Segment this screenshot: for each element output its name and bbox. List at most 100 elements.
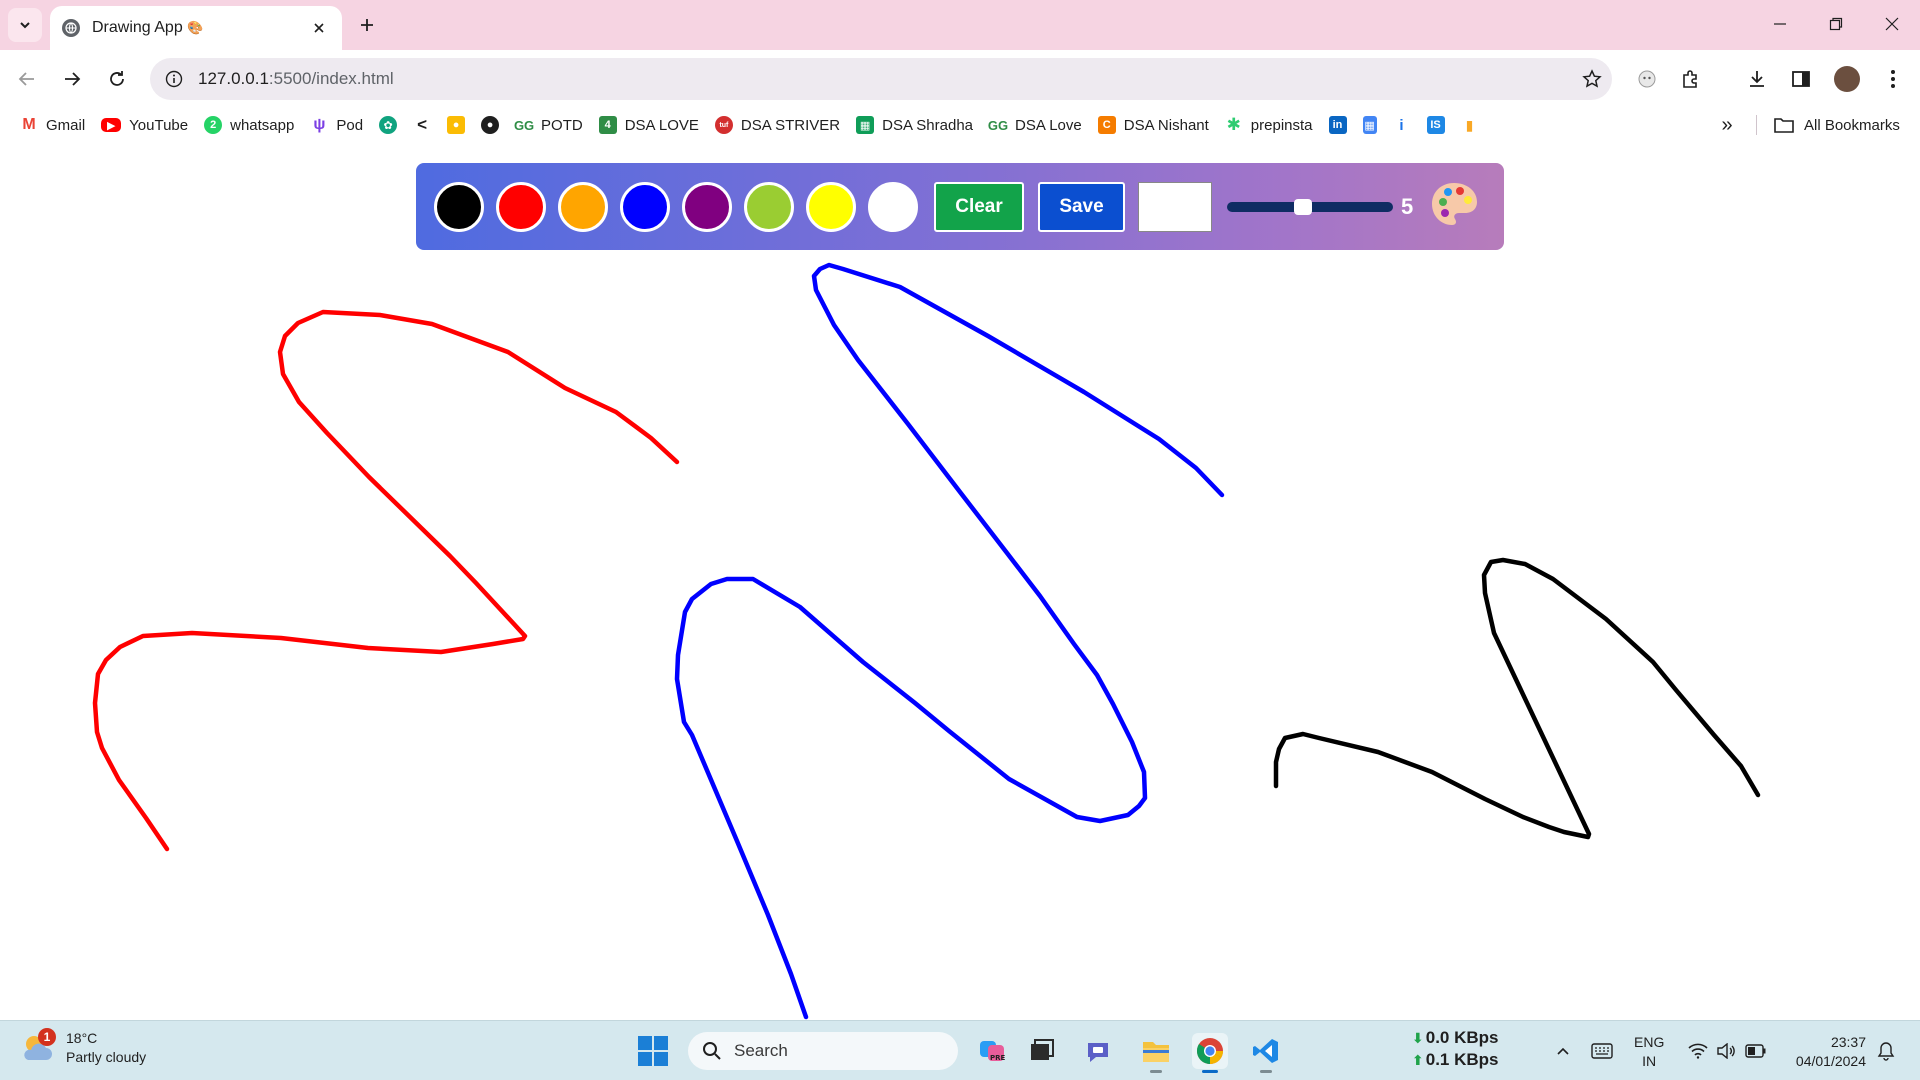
- chatgpt-icon: ✿: [379, 116, 398, 134]
- drawing-canvas[interactable]: [0, 142, 1920, 1020]
- wifi-icon[interactable]: [1686, 1039, 1710, 1063]
- upload-speed: ⬆ 0.1 KBps: [1412, 1050, 1499, 1069]
- menu-kebab-icon[interactable]: [1876, 62, 1910, 96]
- keyboard-icon[interactable]: [1590, 1039, 1614, 1063]
- palette-emoji-icon: 🎨: [187, 20, 204, 35]
- reload-button[interactable]: [100, 62, 134, 96]
- bookmark-beer[interactable]: ▮: [1453, 111, 1487, 139]
- color-swatch-orange[interactable]: [558, 181, 608, 232]
- windows-logo-icon: [638, 1036, 652, 1050]
- toolbar-panel: Clear Save 5: [416, 163, 1504, 250]
- bookmark-pod[interactable]: ψ Pod: [302, 111, 371, 139]
- taskview-app[interactable]: [1024, 1033, 1060, 1069]
- color-swatch-white[interactable]: [868, 181, 918, 232]
- pod-icon: ψ: [313, 116, 326, 133]
- weather-condition: Partly cloudy: [66, 1049, 147, 1065]
- color-swatch-black[interactable]: [434, 181, 484, 232]
- copilot-icon: PRE: [980, 1041, 1006, 1062]
- battery-icon[interactable]: [1744, 1039, 1768, 1063]
- new-tab-button[interactable]: [352, 10, 382, 40]
- weather-widget[interactable]: 1 18°C Partly cloudy: [20, 1028, 147, 1067]
- show-hidden-icons-chevron-icon[interactable]: [1551, 1039, 1575, 1063]
- slider-thumb[interactable]: [1293, 198, 1312, 215]
- color-swatch-purple[interactable]: [682, 181, 732, 232]
- chrome-icon: [1196, 1038, 1224, 1065]
- bookmark-doc[interactable]: ▦: [1355, 111, 1385, 139]
- all-bookmarks-button[interactable]: All Bookmarks: [1774, 111, 1900, 139]
- folder-icon: [1774, 118, 1794, 133]
- bookmark-info[interactable]: i: [1385, 111, 1419, 139]
- bookmark-gmail[interactable]: M Gmail: [12, 111, 93, 139]
- minimize-icon: [1774, 23, 1786, 25]
- color-swatch-yellowgreen[interactable]: [744, 181, 794, 232]
- vscode-app[interactable]: [1248, 1033, 1284, 1073]
- back-button[interactable]: [10, 62, 44, 96]
- bookmark-keep[interactable]: ●: [439, 111, 473, 139]
- system-clock[interactable]: 23:37 04/01/2024: [1786, 1033, 1866, 1071]
- bookmark-whatsapp[interactable]: 2 whatsapp: [196, 111, 302, 139]
- bookmark-leetcode[interactable]: <: [405, 111, 439, 139]
- color-swatch-red[interactable]: [496, 181, 546, 232]
- bookmark-dsa-shradha[interactable]: ▦ DSA Shradha: [848, 111, 981, 139]
- address-bar[interactable]: 127.0.0.1:5500/index.html: [150, 58, 1612, 100]
- teams-chat-app[interactable]: [1080, 1033, 1116, 1069]
- close-icon: [1885, 17, 1899, 31]
- bookmark-prepinsta[interactable]: ✱ prepinsta: [1217, 111, 1321, 139]
- blue-stroke: [674, 262, 1225, 1020]
- side-panel-icon[interactable]: [1784, 62, 1818, 96]
- color-swatch-blue[interactable]: [620, 181, 670, 232]
- partly-cloudy-icon: 1: [20, 1028, 56, 1066]
- file-explorer-app[interactable]: [1138, 1033, 1174, 1073]
- profile-avatar[interactable]: [1830, 62, 1864, 96]
- extension-cat-icon[interactable]: [1630, 62, 1664, 96]
- tab-search-button[interactable]: [8, 8, 42, 42]
- tab-drawing-app[interactable]: Drawing App 🎨: [50, 6, 342, 50]
- input-language[interactable]: ENG IN: [1634, 1033, 1664, 1071]
- volume-icon[interactable]: [1714, 1039, 1738, 1063]
- minimize-button[interactable]: [1752, 0, 1808, 48]
- bookmark-star-icon[interactable]: [1572, 69, 1612, 89]
- extensions-puzzle-icon[interactable]: [1674, 62, 1708, 96]
- info-icon: i: [1399, 116, 1404, 134]
- bookmark-dsa-love[interactable]: GG DSA Love: [981, 111, 1090, 139]
- window-controls: [1752, 0, 1920, 48]
- close-tab-icon[interactable]: [308, 17, 330, 39]
- sheet-4-icon: 4: [598, 116, 617, 134]
- chrome-app[interactable]: [1192, 1033, 1228, 1073]
- chat-icon: [1088, 1043, 1108, 1062]
- url-text[interactable]: 127.0.0.1:5500/index.html: [198, 69, 1572, 89]
- bookmark-dsa-striver[interactable]: tuf DSA STRIVER: [707, 111, 848, 139]
- linkedin-icon: in: [1328, 116, 1347, 134]
- forward-button[interactable]: [55, 62, 89, 96]
- clear-button[interactable]: Clear: [934, 181, 1024, 232]
- taskbar-search[interactable]: Search: [688, 1032, 958, 1070]
- chevron-down-icon: [20, 22, 30, 29]
- restore-button[interactable]: [1808, 0, 1864, 48]
- bookmark-potd[interactable]: GG POTD: [507, 111, 591, 139]
- color-swatch-yellow[interactable]: [806, 181, 856, 232]
- prepinsta-icon: ✱: [1226, 115, 1241, 134]
- bookmark-github[interactable]: ●: [473, 111, 507, 139]
- bookmark-dsa-nishant[interactable]: C DSA Nishant: [1090, 111, 1217, 139]
- network-speed-widget[interactable]: ⬇ 0.0 KBps ⬆ 0.1 KBps: [1412, 1027, 1498, 1071]
- save-button[interactable]: Save: [1038, 181, 1125, 232]
- bookmark-is[interactable]: IS: [1419, 111, 1453, 139]
- sheets-icon: ▦: [856, 116, 875, 134]
- more-bookmarks-chevron-icon[interactable]: »: [1712, 111, 1742, 139]
- bookmark-linkedin[interactable]: in: [1321, 111, 1355, 139]
- start-button[interactable]: [638, 1036, 668, 1066]
- notification-bell-icon[interactable]: [1874, 1039, 1898, 1063]
- bookmark-chatgpt[interactable]: ✿: [371, 111, 405, 139]
- bookmark-dsa-love-sheet[interactable]: 4 DSA LOVE: [591, 111, 707, 139]
- avatar: [1834, 66, 1860, 92]
- brush-size-slider[interactable]: [1227, 198, 1393, 215]
- bookmark-youtube[interactable]: ▶ YouTube: [93, 111, 196, 139]
- github-icon: ●: [481, 116, 500, 134]
- running-indicator: [1150, 1070, 1162, 1073]
- download-icon[interactable]: [1740, 62, 1774, 96]
- custom-color-picker[interactable]: [1138, 181, 1212, 232]
- nishant-icon: C: [1097, 116, 1116, 134]
- close-window-button[interactable]: [1864, 0, 1920, 48]
- copilot-app[interactable]: PRE: [974, 1033, 1010, 1069]
- site-info-icon[interactable]: [164, 69, 184, 89]
